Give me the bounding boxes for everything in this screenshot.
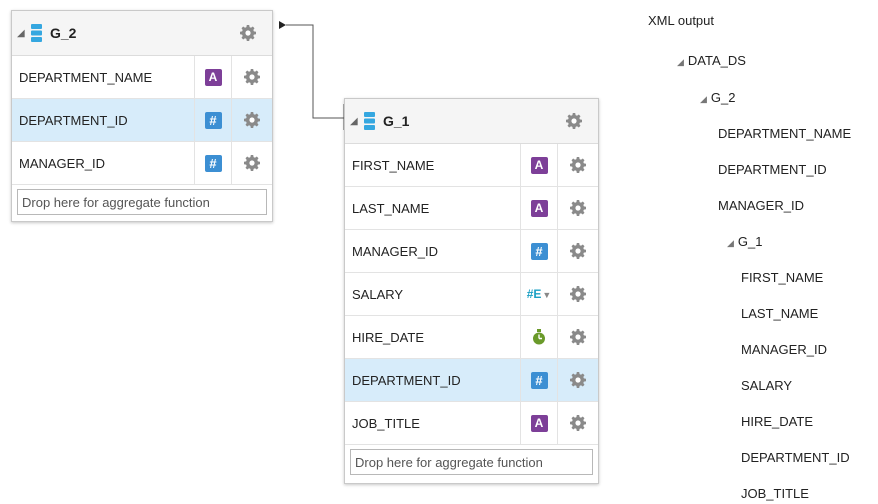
collapse-triangle-icon[interactable]: ◢ [17, 28, 27, 39]
column-row[interactable]: FIRST_NAME A [345, 144, 598, 187]
column-name: HIRE_DATE [345, 316, 521, 358]
xml-node-root[interactable]: ◢ DATA_DS [677, 53, 746, 68]
aggregate-drop-zone[interactable]: Drop here for aggregate function [17, 189, 267, 215]
gear-icon[interactable] [570, 329, 586, 345]
column-type-cell[interactable]: #E▼ [521, 273, 558, 315]
numeric-type-icon[interactable]: # [204, 111, 222, 129]
group-g1-header[interactable]: ◢ G_1 [345, 99, 598, 144]
column-settings-cell[interactable] [232, 56, 272, 98]
gear-icon[interactable] [244, 69, 260, 85]
gear-icon[interactable] [570, 286, 586, 302]
column-name: SALARY [345, 273, 521, 315]
date-type-icon[interactable] [532, 329, 546, 345]
xml-leaf-node[interactable]: DEPARTMENT_ID [718, 162, 827, 177]
column-settings-cell[interactable] [232, 142, 272, 184]
column-type-cell[interactable]: A [521, 144, 558, 186]
column-name: DEPARTMENT_ID [345, 359, 521, 401]
group-name: G_2 [50, 25, 77, 41]
column-row[interactable]: DEPARTMENT_NAME A [12, 56, 272, 99]
xml-node-g1[interactable]: ◢ G_1 [727, 234, 763, 249]
column-row[interactable]: HIRE_DATE [345, 316, 598, 359]
xml-leaf-node[interactable]: LAST_NAME [741, 306, 818, 321]
xml-leaf-node[interactable]: DEPARTMENT_NAME [718, 126, 851, 141]
xml-node-label: G_1 [737, 234, 763, 249]
column-row[interactable]: LAST_NAME A [345, 187, 598, 230]
column-settings-cell[interactable] [558, 230, 598, 272]
column-name: DEPARTMENT_ID [12, 99, 195, 141]
numeric-type-icon[interactable]: # [530, 371, 548, 389]
column-row[interactable]: MANAGER_ID # [345, 230, 598, 273]
group-name: G_1 [383, 113, 410, 129]
column-row[interactable]: MANAGER_ID # [12, 142, 272, 185]
column-name: LAST_NAME [345, 187, 521, 229]
column-settings-cell[interactable] [558, 316, 598, 358]
column-type-cell[interactable] [521, 316, 558, 358]
column-settings-cell[interactable] [558, 402, 598, 444]
column-type-cell[interactable]: A [521, 187, 558, 229]
alpha-type-icon[interactable]: A [530, 414, 548, 432]
xml-node-g2[interactable]: ◢ G_2 [700, 90, 736, 105]
column-settings-cell[interactable] [558, 359, 598, 401]
gear-icon[interactable] [570, 415, 586, 431]
column-settings-cell[interactable] [558, 187, 598, 229]
gear-icon[interactable] [570, 157, 586, 173]
column-type-cell[interactable]: A [521, 402, 558, 444]
gear-icon[interactable] [570, 243, 586, 259]
xml-leaf-node[interactable]: JOB_TITLE [741, 486, 809, 501]
gear-icon[interactable] [566, 113, 582, 129]
column-row[interactable]: DEPARTMENT_ID # [12, 99, 272, 142]
xml-leaf-node[interactable]: SALARY [741, 378, 792, 393]
gear-icon[interactable] [240, 25, 256, 41]
column-type-cell[interactable]: # [195, 142, 232, 184]
collapse-triangle-icon[interactable]: ◢ [350, 116, 360, 127]
alpha-type-icon[interactable]: A [530, 156, 548, 174]
column-name: MANAGER_ID [345, 230, 521, 272]
numeric-expression-icon[interactable]: #E▼ [527, 287, 552, 301]
collapse-triangle-icon[interactable]: ◢ [727, 238, 734, 248]
column-type-cell[interactable]: # [521, 230, 558, 272]
gear-icon[interactable] [244, 155, 260, 171]
xml-leaf-node[interactable]: MANAGER_ID [718, 198, 804, 213]
xml-leaf-node[interactable]: MANAGER_ID [741, 342, 827, 357]
xml-leaf-node[interactable]: HIRE_DATE [741, 414, 813, 429]
aggregate-drop-zone[interactable]: Drop here for aggregate function [350, 449, 593, 475]
xml-node-label: DATA_DS [687, 53, 746, 68]
xml-leaf-node[interactable]: FIRST_NAME [741, 270, 823, 285]
column-row[interactable]: SALARY #E▼ [345, 273, 598, 316]
xml-leaf-node[interactable]: DEPARTMENT_ID [741, 450, 850, 465]
column-row[interactable]: JOB_TITLE A [345, 402, 598, 445]
collapse-triangle-icon[interactable]: ◢ [677, 57, 684, 67]
column-name: FIRST_NAME [345, 144, 521, 186]
group-g2-header[interactable]: ◢ G_2 [12, 11, 272, 56]
column-name: DEPARTMENT_NAME [12, 56, 195, 98]
numeric-type-icon[interactable]: # [204, 154, 222, 172]
database-icon [31, 24, 42, 42]
gear-icon[interactable] [570, 200, 586, 216]
gear-icon[interactable] [244, 112, 260, 128]
column-name: MANAGER_ID [12, 142, 195, 184]
database-icon [364, 112, 375, 130]
xml-node-label: G_2 [710, 90, 736, 105]
column-row[interactable]: DEPARTMENT_ID # [345, 359, 598, 402]
column-settings-cell[interactable] [558, 273, 598, 315]
group-g2-panel[interactable]: ◢ G_2 DEPARTMENT_NAME A DEPARTMENT_ID # MANA… [11, 10, 273, 222]
column-name: JOB_TITLE [345, 402, 521, 444]
alpha-type-icon[interactable]: A [204, 68, 222, 86]
group-g1-panel[interactable]: ◢ G_1 FIRST_NAME A LAST_NAME A MANAGER_ID # SA… [344, 98, 599, 484]
column-type-cell[interactable]: # [195, 99, 232, 141]
gear-icon[interactable] [570, 372, 586, 388]
column-type-cell[interactable]: A [195, 56, 232, 98]
column-type-cell[interactable]: # [521, 359, 558, 401]
numeric-type-icon[interactable]: # [530, 242, 548, 260]
collapse-triangle-icon[interactable]: ◢ [700, 94, 707, 104]
column-settings-cell[interactable] [558, 144, 598, 186]
xml-output-title: XML output [648, 13, 715, 28]
alpha-type-icon[interactable]: A [530, 199, 548, 217]
column-settings-cell[interactable] [232, 99, 272, 141]
